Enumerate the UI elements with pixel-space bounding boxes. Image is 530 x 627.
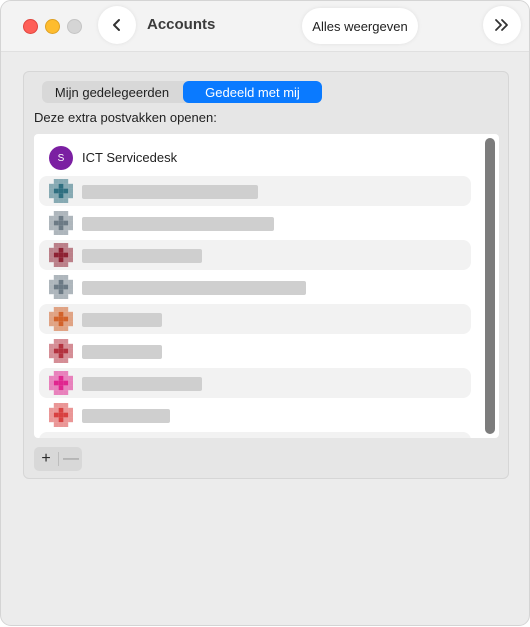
mailbox-row-redacted[interactable] (39, 400, 471, 430)
mailbox-prompt: Deze extra postvakken openen: (34, 110, 217, 125)
mailbox-tile-icon (49, 371, 73, 395)
redacted-name (82, 409, 170, 423)
mailbox-list: S ICT Servicedesk (34, 134, 499, 438)
mailbox-row-redacted[interactable] (39, 432, 471, 438)
mailbox-row-redacted[interactable] (39, 304, 471, 334)
back-button[interactable] (98, 6, 136, 44)
redacted-name (82, 217, 274, 231)
tab-my-delegates[interactable]: Mijn gedelegeerden (42, 81, 182, 103)
mailbox-row-redacted[interactable] (39, 208, 471, 238)
redacted-name (82, 249, 202, 263)
mailbox-tile-icon (49, 243, 73, 267)
delegation-segmented-control: Mijn gedelegeerden Gedeeld met mij (42, 81, 322, 103)
mailbox-row-redacted[interactable] (39, 336, 471, 366)
tab-shared-with-me[interactable]: Gedeeld met mij (183, 81, 322, 103)
mailbox-tile-icon (49, 339, 73, 363)
double-chevron-right-icon (495, 19, 508, 31)
close-window-button[interactable] (23, 19, 38, 34)
accounts-window: Accounts Alles weergeven Mijn gedelegeer… (0, 0, 530, 626)
title-bar: Accounts Alles weergeven (1, 1, 529, 52)
delegation-panel: Mijn gedelegeerden Gedeeld met mij Deze … (23, 71, 509, 479)
show-all-button[interactable]: Alles weergeven (302, 8, 418, 44)
mailbox-row-redacted[interactable] (39, 176, 471, 206)
scrollbar-thumb[interactable] (485, 138, 495, 434)
redacted-name (82, 377, 202, 391)
mailbox-tile-icon (49, 275, 73, 299)
redacted-name (82, 345, 162, 359)
zoom-window-button[interactable] (67, 19, 82, 34)
mailbox-tile-icon (49, 403, 73, 427)
mailbox-row-redacted[interactable] (39, 272, 471, 302)
mailbox-tile-icon (49, 179, 73, 203)
redacted-name (82, 313, 162, 327)
mailbox-row-redacted[interactable] (39, 368, 471, 398)
minimize-window-button[interactable] (45, 19, 60, 34)
redacted-name (82, 281, 306, 295)
mailbox-row-redacted[interactable] (39, 240, 471, 270)
mailbox-tile-icon (49, 211, 73, 235)
mailbox-row[interactable]: S ICT Servicedesk (39, 143, 471, 173)
chevron-left-icon (113, 19, 120, 31)
window-title: Accounts (147, 16, 216, 33)
mailbox-name: ICT Servicedesk (82, 150, 178, 165)
redacted-name (82, 185, 258, 199)
add-mailbox-button[interactable]: + (34, 447, 58, 471)
more-button[interactable] (483, 6, 521, 44)
avatar: S (49, 146, 73, 170)
vertical-scrollbar[interactable] (485, 138, 495, 434)
add-remove-control: + — (34, 447, 82, 471)
remove-mailbox-button[interactable]: — (59, 447, 83, 471)
mailbox-tile-icon (49, 307, 73, 331)
